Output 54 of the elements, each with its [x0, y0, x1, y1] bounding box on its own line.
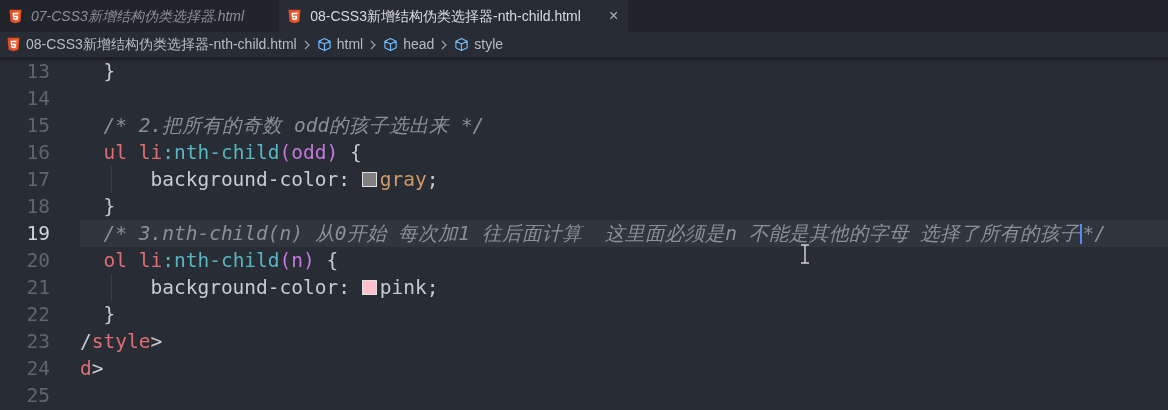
- code-token: */: [1082, 222, 1106, 245]
- code-token: {: [349, 141, 362, 164]
- code-token: }: [102, 303, 116, 326]
- code-token: gray: [379, 168, 427, 191]
- code-token: }: [102, 195, 116, 218]
- text-cursor: [1080, 223, 1083, 244]
- code-token: ;: [426, 168, 439, 191]
- line-number: 13: [25, 58, 50, 85]
- cube-icon: [383, 37, 399, 52]
- breadcrumb-item[interactable]: head: [383, 34, 435, 55]
- breadcrumb-item[interactable]: 08-CSS3新增结构伪类选择器-nth-child.html: [6, 34, 297, 55]
- chevron-icon: [369, 39, 378, 50]
- code-token: style: [91, 330, 151, 353]
- code-token: {: [325, 249, 339, 272]
- line-number: 19: [25, 220, 50, 247]
- cube-icon: [454, 37, 470, 52]
- line-number: 14: [25, 85, 50, 112]
- code-token: (odd): [279, 141, 339, 164]
- line-number: 23: [25, 328, 50, 355]
- line-number: 24: [25, 355, 50, 382]
- line-number: 16: [25, 139, 50, 166]
- code-token: /* 2.把所有的奇数 odd的孩子选出来 */: [102, 114, 485, 137]
- code-token: pink;: [379, 276, 439, 299]
- close-button[interactable]: ×: [608, 4, 619, 28]
- code-token: >: [91, 357, 104, 380]
- cube-icon: [316, 37, 332, 52]
- code-token: (n): [279, 249, 315, 272]
- line-number: 20: [25, 247, 50, 274]
- code-token: /: [80, 330, 92, 353]
- breadcrumb-item[interactable]: style: [454, 34, 504, 55]
- code-token: :nth-child: [162, 141, 280, 164]
- line-number: 22: [25, 301, 50, 328]
- code-token: :nth-child: [162, 249, 280, 272]
- code-token: >: [150, 330, 163, 353]
- chevron-icon: [302, 39, 311, 50]
- code-token: d: [80, 357, 92, 380]
- line-number: 25: [25, 382, 50, 409]
- editor-tab[interactable]: 08-CSS3新增结构伪类选择器-nth-child.html ×: [279, 0, 629, 32]
- line-number: 21: [25, 274, 50, 301]
- code-token: /* 3.nth-child(n) 从0开始 每次加1 往后面计算 这里面必须是n 不能是其他的字母 选择了所有的孩子: [102, 222, 1081, 245]
- html5-file-icon: [287, 8, 303, 24]
- code-token: background-color:: [149, 168, 352, 191]
- code-token: }: [102, 60, 116, 83]
- html5-file-icon: [6, 37, 21, 52]
- text-cursor-icon: [799, 244, 811, 264]
- code-token: background-color:: [149, 276, 352, 299]
- line-number: 17: [25, 166, 50, 193]
- line-number: 15: [25, 112, 50, 139]
- html5-file-icon: [8, 8, 23, 24]
- code-token: ul li: [102, 141, 163, 164]
- line-number: 18: [25, 193, 50, 220]
- chevron-icon: [440, 39, 449, 50]
- breadcrumb-item[interactable]: html: [316, 34, 364, 55]
- code-token: ol li: [102, 249, 163, 272]
